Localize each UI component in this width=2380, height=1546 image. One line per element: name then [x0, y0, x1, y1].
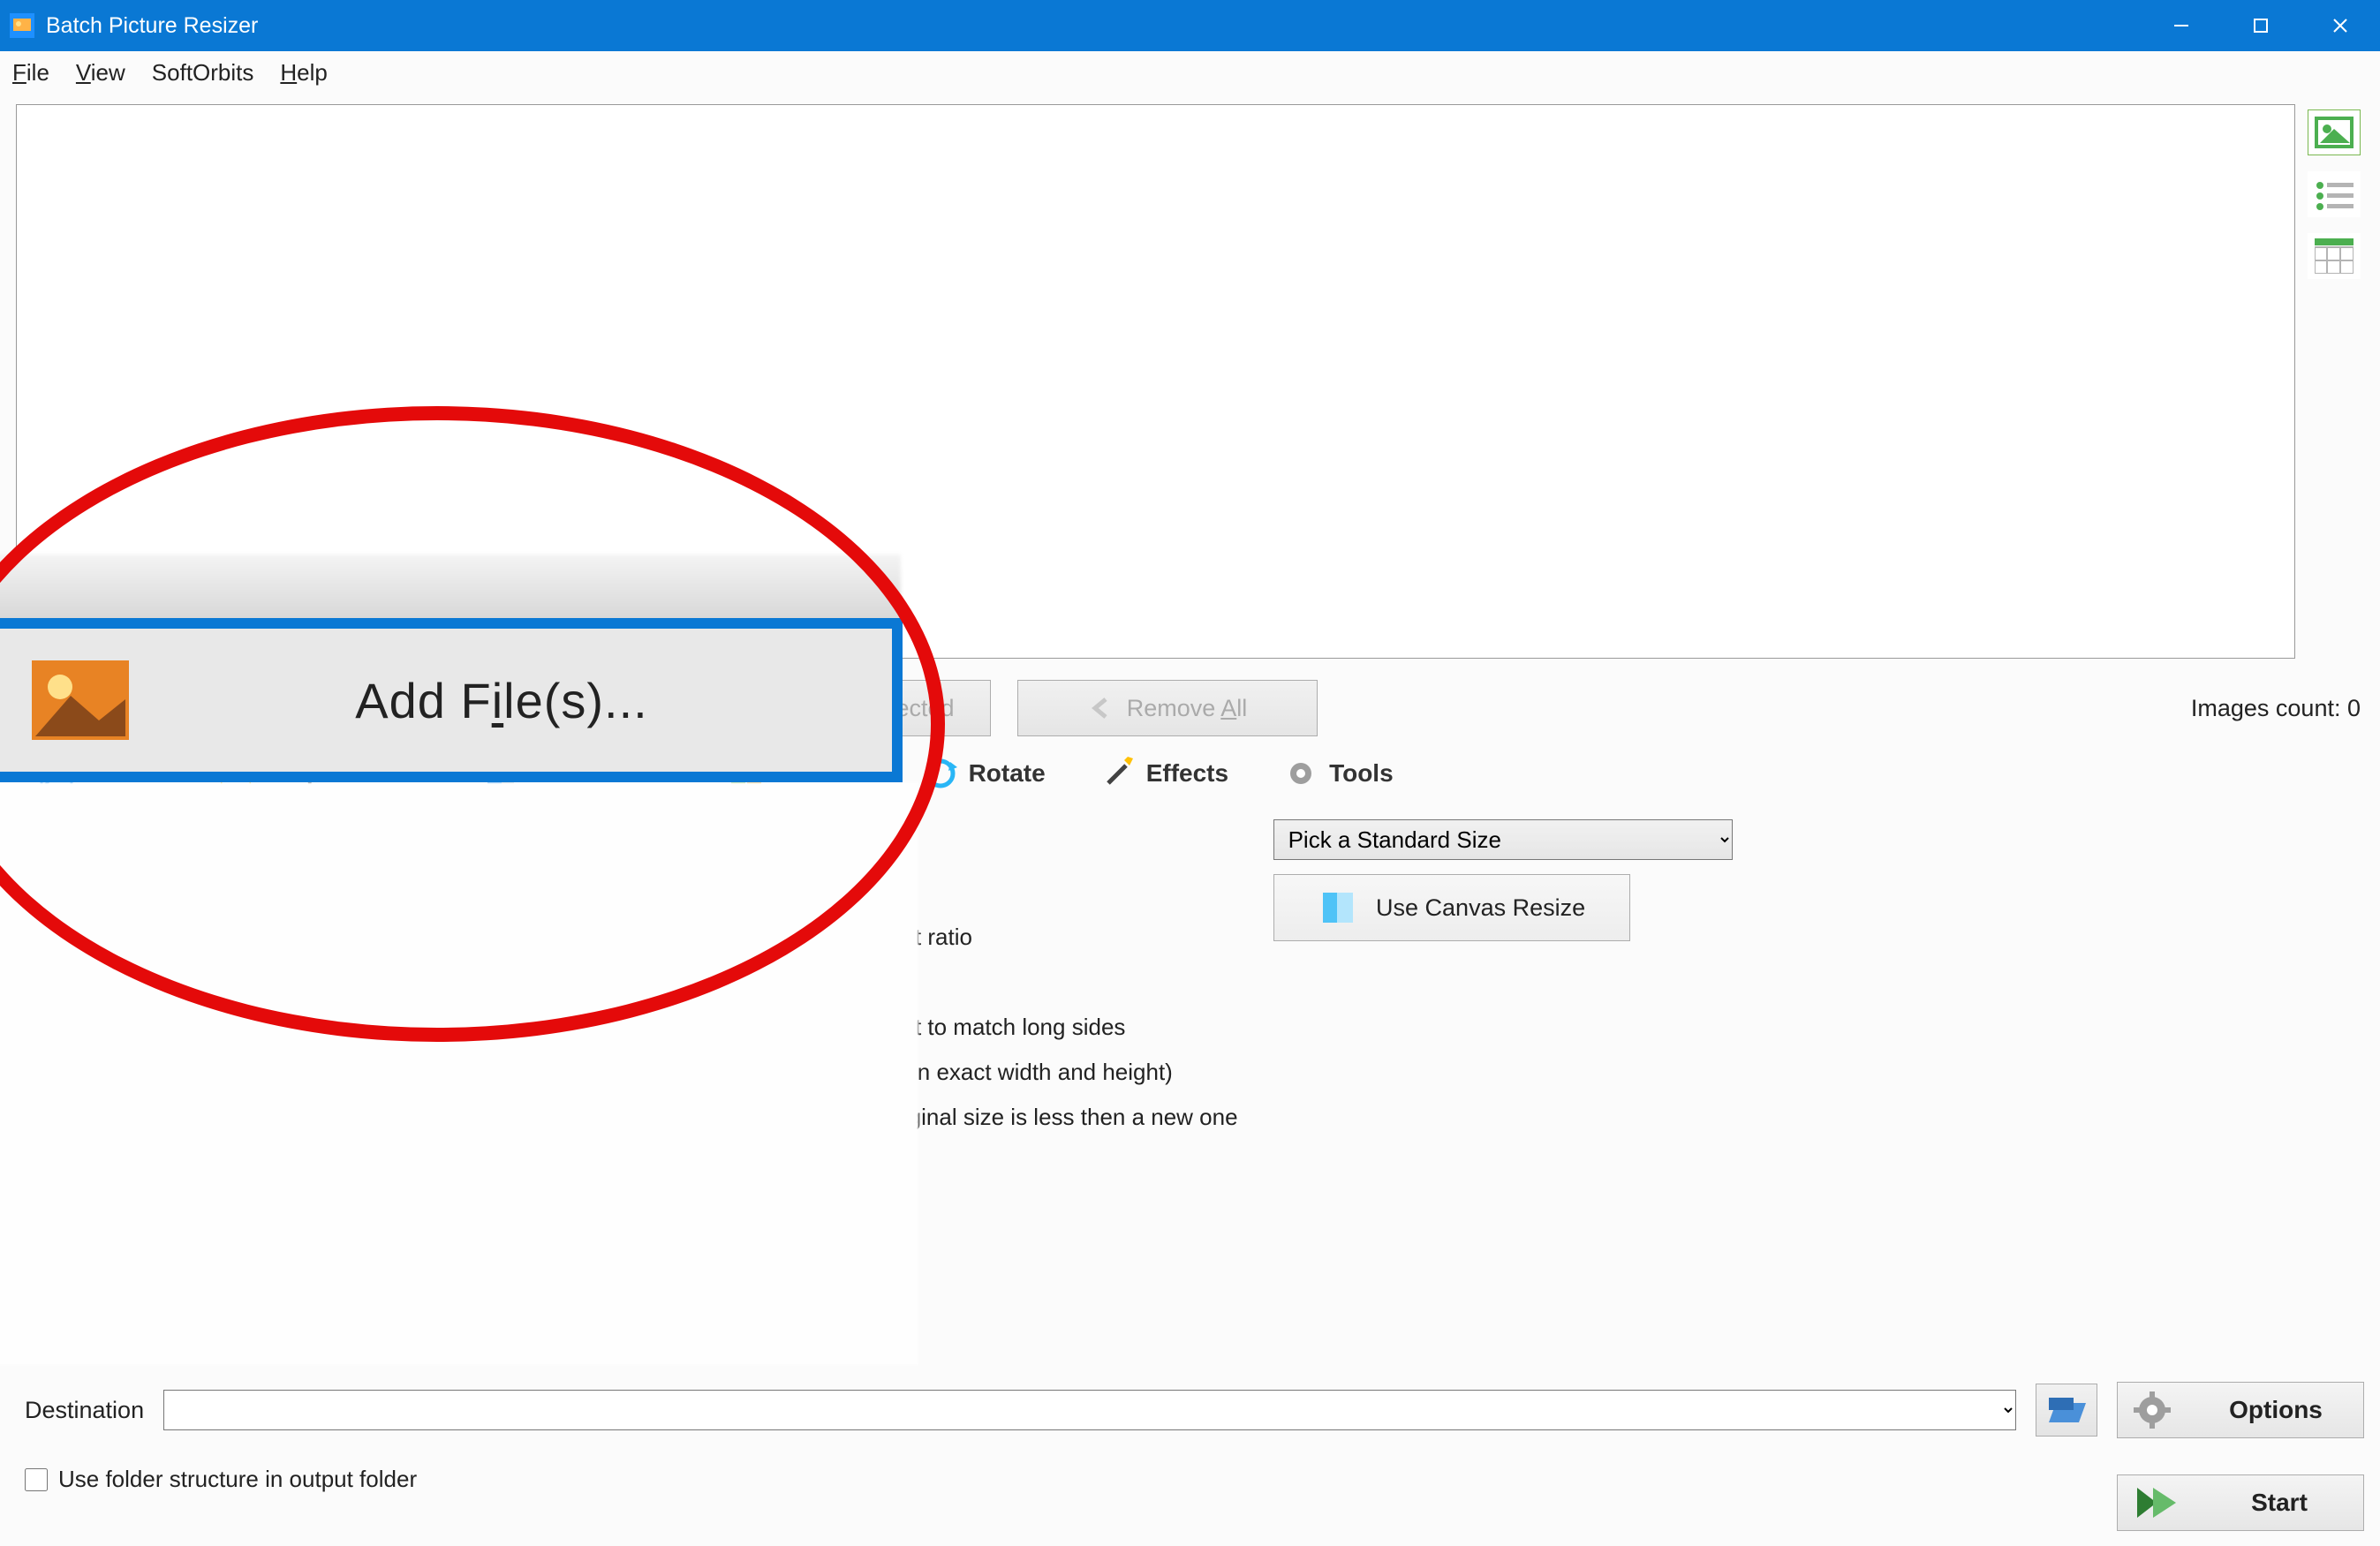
window-title: Batch Picture Resizer [46, 13, 2142, 39]
minimize-button[interactable] [2142, 0, 2221, 51]
chevron-left-icon [1088, 696, 1113, 720]
gear-icon [2134, 1391, 2171, 1429]
canvas-icon [1318, 887, 1358, 928]
destination-combobox[interactable] [163, 1390, 2016, 1430]
start-button[interactable]: Start [2117, 1474, 2364, 1531]
browse-destination-button[interactable] [2036, 1384, 2097, 1437]
destination-label: Destination [25, 1397, 144, 1424]
use-canvas-resize-button[interactable]: Use Canvas Resize [1273, 874, 1630, 941]
annotation-blur-under [0, 782, 918, 1365]
menu-help[interactable]: Help [280, 59, 327, 87]
wand-icon [1100, 756, 1136, 791]
view-list-button[interactable] [2308, 171, 2361, 217]
use-folder-structure-checkbox[interactable]: Use folder structure in output folder [25, 1466, 417, 1493]
options-button[interactable]: Options [2117, 1382, 2364, 1438]
menu-softorbits[interactable]: SoftOrbits [152, 59, 254, 87]
close-button[interactable] [2301, 0, 2380, 51]
image-icon [32, 660, 129, 740]
tab-rotate[interactable]: Rotate [903, 749, 1065, 798]
view-mode-toolbar [2304, 104, 2364, 279]
remove-all-button[interactable]: Remove All [1017, 680, 1318, 736]
annotation-blur-top [0, 554, 901, 623]
title-bar: Batch Picture Resizer [0, 0, 2380, 51]
menu-view[interactable]: View [76, 59, 125, 87]
app-icon [9, 12, 35, 39]
play-icon [2134, 1484, 2178, 1521]
menu-file[interactable]: File [12, 59, 49, 87]
menu-bar: File View SoftOrbits Help [0, 51, 2380, 94]
tab-effects[interactable]: Effects [1081, 749, 1248, 798]
rotate-icon [923, 756, 958, 791]
maximize-button[interactable] [2221, 0, 2301, 51]
tab-tools[interactable]: Tools [1264, 749, 1413, 798]
images-count-label: Images count: 0 [2191, 695, 2361, 722]
standard-size-select[interactable]: Pick a Standard Size [1273, 819, 1733, 860]
view-grid-button[interactable] [2308, 233, 2361, 279]
annotation-add-files-zoom: Add File(s)... [0, 618, 903, 782]
gear-icon [1283, 756, 1318, 791]
folder-open-icon [2047, 1392, 2086, 1428]
view-thumbnails-button[interactable] [2308, 109, 2361, 155]
